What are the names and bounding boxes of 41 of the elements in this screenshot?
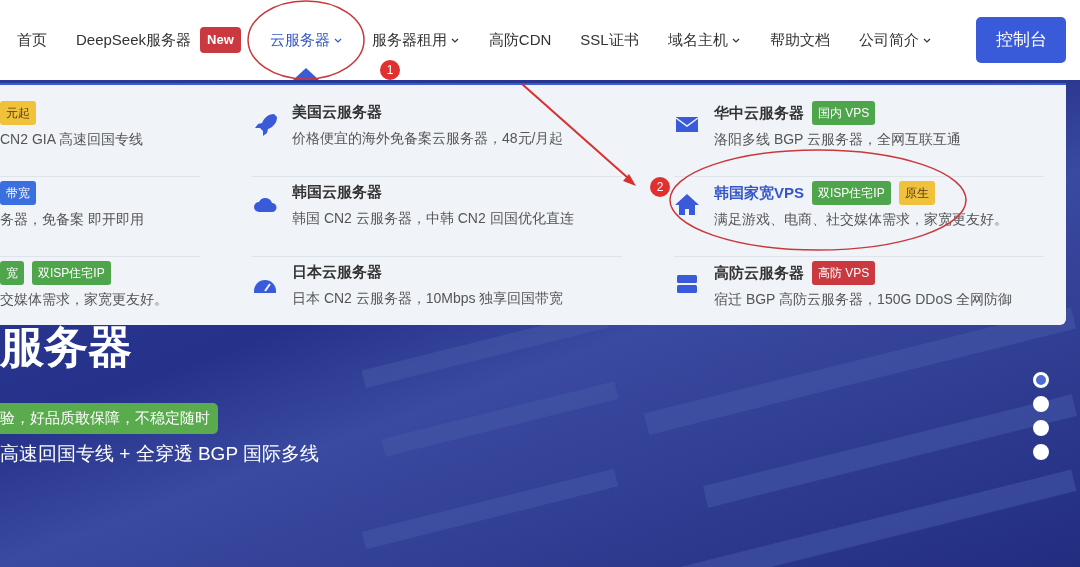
menu-item-description: 务器，免备案 即开即用	[0, 210, 144, 229]
carousel-dot[interactable]	[1033, 420, 1049, 436]
menu-item-description: 价格便宜的海外免备案云服务器，48元/月起	[292, 128, 564, 148]
tag-label: 原生	[898, 181, 935, 205]
tag-label: 高防 VPS	[812, 261, 876, 285]
tag-label: 宽	[0, 261, 24, 285]
carousel-dot[interactable]	[1033, 444, 1049, 460]
menu-item-description: 洛阳多线 BGP 云服务器，全网互联互通	[714, 130, 962, 149]
tag-label: 带宽	[0, 181, 36, 205]
menu-item-title[interactable]: 美国云服务器	[292, 101, 382, 124]
menu-item-description: 韩国 CN2 云服务器，中韩 CN2 回国优化直连	[292, 208, 574, 228]
menu-item-title[interactable]: 高防云服务器	[714, 261, 804, 285]
menu-item-description: 宿迁 BGP 高防云服务器，150G DDoS 全网防御	[714, 290, 1013, 309]
tag-label: 国内 VPS	[812, 101, 876, 125]
menu-item-title[interactable]: 韩国云服务器	[292, 181, 382, 204]
console-button[interactable]: 控制台	[976, 17, 1066, 63]
menu-item-title[interactable]: 华中云服务器	[714, 101, 804, 125]
nav-link[interactable]: 帮助文档	[769, 28, 830, 52]
tagline-banner: 验，好品质敢保障，不稳定随时	[0, 403, 218, 434]
house-icon	[674, 191, 700, 217]
nav-link[interactable]: 高防CDN	[488, 28, 552, 52]
menu-item-title[interactable]: 日本云服务器	[292, 261, 382, 284]
menu-item-description: 交媒体需求，家宽更友好。	[0, 290, 168, 309]
new-badge: New	[200, 27, 241, 53]
nav-link[interactable]: 云服务器	[269, 28, 343, 52]
menu-item-title[interactable]: 韩国家宽VPS	[714, 181, 804, 205]
tag-label: 双ISP住宅IP	[812, 181, 891, 205]
carousel-dot[interactable]	[1033, 396, 1049, 412]
menu-item-description: 日本 CN2 云服务器，10Mbps 独享回国带宽	[292, 288, 564, 308]
nav-link[interactable]: SSL证书	[580, 28, 639, 52]
tag-label: 双ISP住宅IP	[32, 261, 111, 285]
menu-item-description: CN2 GIA 高速回国专线	[0, 130, 144, 149]
nav-link[interactable]: 公司简介	[858, 28, 932, 52]
nav-link[interactable]: DeepSeek服务器	[76, 28, 192, 52]
hero-subtitle: 高速回国专线 + 全穿透 BGP 国际多线	[0, 442, 319, 466]
nav-link[interactable]: 首页	[17, 28, 47, 52]
rocket-icon	[252, 111, 278, 137]
tag-label: 元起	[0, 101, 36, 125]
nav-link[interactable]: 服务器租用	[371, 28, 460, 52]
nav-link[interactable]: 域名主机	[667, 28, 741, 52]
carousel-dot[interactable]	[1033, 372, 1049, 388]
